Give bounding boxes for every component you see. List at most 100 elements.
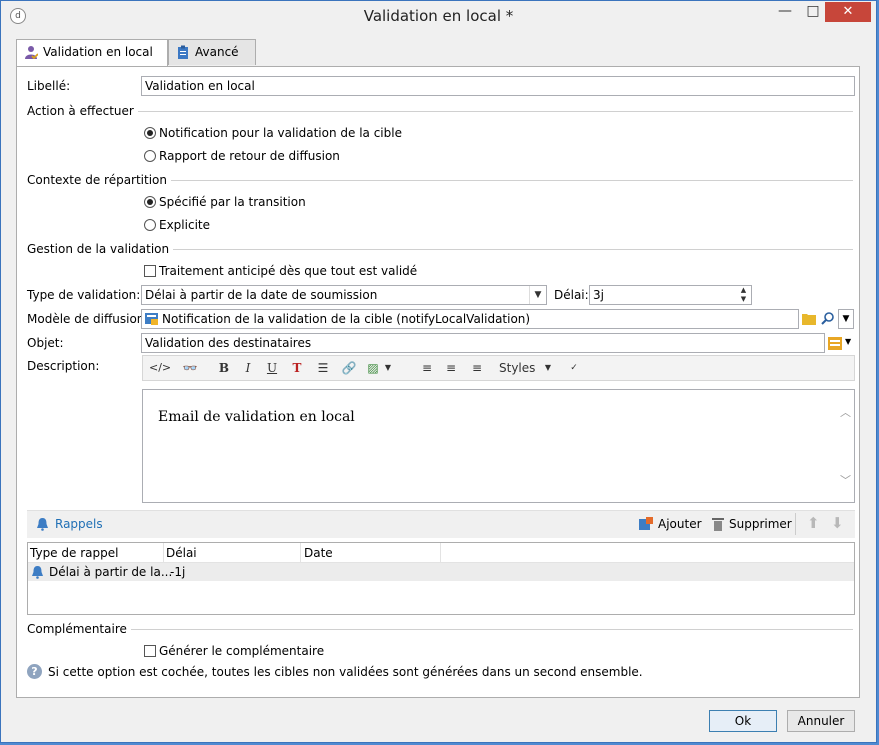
link-icon[interactable]: 🔗: [341, 360, 357, 376]
description-label: Description:: [27, 359, 100, 373]
spellcheck-icon[interactable]: ✓: [565, 360, 583, 376]
libelle-input[interactable]: Validation en local: [141, 76, 855, 96]
traitement-checkbox[interactable]: [144, 265, 156, 277]
editor-scrollbar[interactable]: ︿ ﹀: [837, 390, 854, 502]
bell-icon: [37, 518, 48, 531]
modele-value: Notification de la validation de la cibl…: [162, 312, 531, 326]
grid-header: Type de rappel Délai Date: [28, 543, 854, 563]
radio-specifie[interactable]: [144, 196, 156, 208]
underline-icon[interactable]: U: [265, 360, 279, 376]
traitement-label: Traitement anticipé dès que tout est val…: [159, 264, 418, 278]
column-header[interactable]: Type de rappel: [30, 546, 118, 560]
contexte-section: Contexte de répartition: [27, 173, 853, 187]
bold-icon[interactable]: B: [217, 360, 231, 376]
modele-label: Modèle de diffusion:: [27, 312, 149, 326]
description-editor[interactable]: Email de validation en local ︿ ﹀: [142, 389, 855, 503]
trash-icon[interactable]: [712, 517, 724, 531]
image-icon[interactable]: ▨: [365, 360, 381, 376]
user-check-icon: [25, 46, 38, 59]
type-validation-value: Délai à partir de la date de soumission: [145, 288, 378, 302]
row-type: Délai à partir de la...: [49, 565, 173, 579]
clipboard-icon: [178, 45, 188, 59]
rappels-title: Rappels: [55, 517, 103, 531]
maximize-button[interactable]: □: [799, 1, 827, 21]
find-icon[interactable]: 👓: [181, 360, 199, 376]
info-text: Si cette option est cochée, toutes les c…: [48, 665, 643, 679]
column-header[interactable]: Délai: [166, 546, 197, 560]
editor-toolbar: </> 👓 B I U T ☰ 🔗 ▨ ▼ ≡ ≡ ≡ Styles ▼ ✓: [142, 355, 855, 381]
source-code-icon[interactable]: </>: [149, 360, 171, 376]
chevron-down-icon[interactable]: ﹀: [840, 472, 851, 488]
column-divider: [163, 543, 164, 562]
folder-icon[interactable]: [802, 312, 816, 325]
editor-content[interactable]: Email de validation en local: [158, 409, 355, 425]
delai-input[interactable]: 3j ▲ ▼: [589, 285, 752, 305]
objet-input[interactable]: Validation des destinataires: [141, 333, 825, 353]
radio-notification-label: Notification pour la validation de la ci…: [159, 126, 402, 140]
chevron-down-icon[interactable]: ▼: [543, 360, 553, 376]
search-icon[interactable]: [821, 311, 835, 325]
tab-label: Avancé: [195, 45, 239, 59]
delivery-template-icon: [145, 313, 158, 325]
radio-specifie-label: Spécifié par la transition: [159, 195, 306, 209]
complementaire-checkbox[interactable]: [144, 645, 156, 657]
annuler-button[interactable]: Annuler: [787, 710, 855, 732]
radio-notification[interactable]: [144, 127, 156, 139]
supprimer-button[interactable]: Supprimer: [729, 517, 792, 531]
complementaire-section: Complémentaire: [27, 622, 853, 636]
radio-explicite[interactable]: [144, 219, 156, 231]
complementaire-label: Générer le complémentaire: [159, 644, 325, 658]
rappels-toolbar: Rappels Ajouter Supprimer ⬆ ⬇: [27, 510, 855, 538]
modele-dropdown-button[interactable]: ▼: [838, 309, 854, 329]
column-divider: [440, 543, 441, 562]
tab-label: Validation en local: [43, 45, 153, 59]
radio-rapport-label: Rapport de retour de diffusion: [159, 149, 340, 163]
question-icon: ?: [27, 664, 42, 679]
window-title: Validation en local *: [363, 7, 514, 25]
row-delai: -1j: [170, 565, 186, 579]
radio-rapport[interactable]: [144, 150, 156, 162]
styles-dropdown[interactable]: Styles: [499, 360, 535, 376]
spinner-arrows-icon[interactable]: ▲ ▼: [736, 286, 751, 304]
align-left-icon[interactable]: ≡: [419, 360, 435, 376]
tab-panel: Libellé: Validation en local Action à ef…: [16, 66, 860, 698]
type-validation-select[interactable]: Délai à partir de la date de soumission …: [141, 285, 547, 305]
type-validation-label: Type de validation:: [27, 288, 141, 302]
add-icon[interactable]: [639, 517, 653, 531]
column-divider: [300, 543, 301, 562]
minimize-button[interactable]: —: [771, 1, 799, 21]
gestion-section: Gestion de la validation: [27, 242, 853, 256]
dialog-window: d Validation en local * — □ ✕ Validation…: [0, 0, 877, 743]
ajouter-button[interactable]: Ajouter: [658, 517, 702, 531]
radio-explicite-label: Explicite: [159, 218, 210, 232]
ok-button[interactable]: Ok: [709, 710, 777, 732]
close-button[interactable]: ✕: [825, 2, 871, 22]
chevron-down-icon[interactable]: ▼: [845, 337, 851, 346]
delai-value: 3j: [593, 288, 604, 302]
align-center-icon[interactable]: ≡: [443, 360, 459, 376]
arrow-up-icon[interactable]: ⬆: [807, 514, 820, 532]
align-right-icon[interactable]: ≡: [469, 360, 485, 376]
libelle-label: Libellé:: [27, 79, 71, 93]
bell-icon: [32, 566, 43, 579]
objet-label: Objet:: [27, 336, 64, 350]
action-section: Action à effectuer: [27, 104, 853, 118]
modele-input[interactable]: Notification de la validation de la cibl…: [141, 309, 799, 329]
styles-label: Styles: [499, 361, 536, 375]
personalization-icon[interactable]: [828, 337, 842, 350]
chevron-up-icon[interactable]: ︿: [840, 404, 851, 420]
text-color-icon[interactable]: T: [289, 360, 305, 376]
rappels-grid: Type de rappel Délai Date Délai à partir…: [27, 542, 855, 615]
italic-icon[interactable]: I: [241, 360, 255, 376]
bullet-list-icon[interactable]: ☰: [315, 360, 331, 376]
arrow-down-icon[interactable]: ⬇: [831, 514, 844, 532]
tab-validation-en-local[interactable]: Validation en local: [16, 39, 168, 67]
tab-avance[interactable]: Avancé: [168, 39, 256, 65]
column-header[interactable]: Date: [304, 546, 333, 560]
toolbar-divider: [795, 513, 796, 535]
delai-label: Délai:: [554, 288, 589, 302]
chevron-down-icon[interactable]: ▼: [383, 360, 393, 376]
table-row[interactable]: Délai à partir de la... -1j: [28, 563, 854, 581]
title-bar[interactable]: d Validation en local * — □ ✕: [1, 1, 876, 31]
chevron-down-icon[interactable]: ▼: [529, 286, 546, 304]
